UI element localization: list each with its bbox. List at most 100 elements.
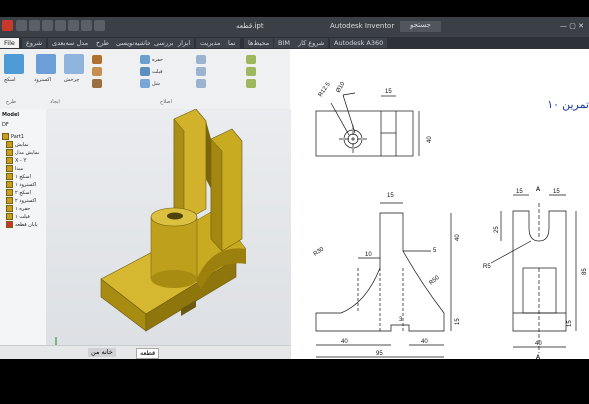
tab-part-document[interactable]: قطعه xyxy=(136,348,160,359)
dim-3: 3 xyxy=(399,317,403,323)
cylinder-hole xyxy=(167,212,183,220)
dim-40-right: 40 xyxy=(421,339,428,345)
mirror-icon[interactable] xyxy=(246,67,256,76)
tab-6[interactable]: مدیریت xyxy=(196,38,225,48)
tab-7[interactable]: نما xyxy=(224,38,240,48)
dim-r30: R30 xyxy=(313,246,326,258)
tab-0[interactable]: شروع xyxy=(22,38,47,48)
dim-15-front: 15 xyxy=(387,193,394,199)
new-icon[interactable] xyxy=(16,20,27,31)
tab-2[interactable]: طرح xyxy=(92,38,113,48)
fillet-icon[interactable] xyxy=(140,67,150,76)
group-modify: اصلاح xyxy=(160,99,172,105)
tab-10[interactable]: شروع کار xyxy=(294,38,329,48)
group-create: ایجاد xyxy=(50,99,60,105)
search-input[interactable]: جستجو xyxy=(400,21,441,32)
graphics-viewport[interactable] xyxy=(46,109,291,359)
top-view xyxy=(315,92,420,157)
hole-icon xyxy=(6,205,13,212)
point-icon[interactable] xyxy=(196,79,206,88)
vertical-slot xyxy=(206,121,211,189)
hole-icon[interactable] xyxy=(140,55,150,64)
undo-icon[interactable] xyxy=(55,20,66,31)
browser-item[interactable]: اکسترود ۱ xyxy=(6,181,36,188)
dim-15-top: 15 xyxy=(385,89,392,95)
axis-icon[interactable] xyxy=(196,67,206,76)
browser-item[interactable]: نمایش xyxy=(6,141,29,148)
cylinder-body xyxy=(150,216,198,280)
dim-40-side: 40 xyxy=(535,341,542,347)
tab-5[interactable]: ابزار xyxy=(174,38,195,48)
3d-part-model xyxy=(50,109,247,356)
shell-label: شل xyxy=(152,81,160,87)
browser-item[interactable]: مبدا xyxy=(6,165,23,172)
window-controls[interactable]: — ▢ ✕ xyxy=(560,22,584,30)
end-of-part-icon xyxy=(6,221,13,228)
dim-dia10: Ø10 xyxy=(336,81,347,94)
ribbon-tabs: File شروع مدل سه‌بعدی طرح حاشیه‌نویسی بر… xyxy=(0,37,589,49)
exercise-title: تمرین ۱۰ xyxy=(547,99,589,111)
loft-icon[interactable] xyxy=(92,55,102,64)
dim-15-base: 15 xyxy=(455,318,461,325)
save-icon[interactable] xyxy=(42,20,53,31)
dim-95: 95 xyxy=(376,351,383,357)
tab-3[interactable]: حاشیه‌نویسی xyxy=(112,38,156,48)
return-icon[interactable] xyxy=(81,20,92,31)
sketch-icon xyxy=(6,173,13,180)
browser-filter[interactable]: DF xyxy=(2,122,9,128)
tab-1[interactable]: مدل سه‌بعدی xyxy=(48,38,93,48)
app-menu-button[interactable] xyxy=(2,20,13,31)
extrude-icon xyxy=(6,181,13,188)
extrude-icon[interactable] xyxy=(36,54,56,74)
dim-40-front: 40 xyxy=(455,234,461,241)
app-title: Autodesk Inventor xyxy=(330,22,395,30)
browser-item[interactable]: Part1 xyxy=(2,133,24,140)
browser-item[interactable]: X - Y xyxy=(6,157,26,164)
extrude-icon xyxy=(6,197,13,204)
dim-25: 25 xyxy=(494,226,500,233)
tab-9[interactable]: BIM xyxy=(274,38,294,48)
browser-item[interactable]: فیلت ۱ xyxy=(6,213,30,220)
browser-item[interactable]: اسکچ ۱ xyxy=(6,173,31,180)
dim-r50: R50 xyxy=(428,274,441,286)
pattern-icon[interactable] xyxy=(246,55,256,64)
browser-item[interactable]: پایان قطعه xyxy=(6,221,38,228)
cylinder-bottom xyxy=(151,270,197,288)
dim-40-top: 40 xyxy=(427,136,433,143)
title-bar: قطعه.ipt Autodesk Inventor جستجو — ▢ ✕ xyxy=(0,17,589,37)
reference-drawing: تمرین ۱۰ R12.5 Ø10 15 40 15 R30 10 5 40 … xyxy=(291,63,589,359)
open-icon[interactable] xyxy=(29,20,40,31)
revolve-icon[interactable] xyxy=(64,54,84,74)
model-browser: Model DF Part1 نمایش نمایش مدل X - Y مبد… xyxy=(0,109,47,359)
plane-icon xyxy=(6,157,13,164)
origin-icon xyxy=(6,165,13,172)
dim-85: 85 xyxy=(582,268,588,275)
sketch-icon[interactable] xyxy=(4,54,24,74)
sweep-icon[interactable] xyxy=(92,67,102,76)
tab-file[interactable]: File xyxy=(0,38,19,48)
drawing-sheet: تمرین ۱۰ R12.5 Ø10 15 40 15 R30 10 5 40 … xyxy=(313,81,589,359)
dim-10: 10 xyxy=(365,252,372,258)
material-dropdown[interactable] xyxy=(94,20,105,31)
browser-item[interactable]: اسکچ ۲ xyxy=(6,189,31,196)
dim-15-side-base: 15 xyxy=(567,320,573,327)
document-name: قطعه.ipt xyxy=(236,22,264,30)
tab-11[interactable]: Autodesk A360 xyxy=(330,38,388,48)
fillet-icon xyxy=(6,213,13,220)
right-upright-side xyxy=(210,138,223,252)
dim-15-side-right: 15 xyxy=(553,189,560,195)
shell-icon[interactable] xyxy=(140,79,150,88)
rib-icon[interactable] xyxy=(92,79,102,88)
browser-item[interactable]: نمایش مدل xyxy=(6,149,39,156)
circular-pattern-icon[interactable] xyxy=(246,79,256,88)
section-label-top: A xyxy=(536,187,541,193)
browser-item[interactable]: حفره ۱ xyxy=(6,205,30,212)
browser-item[interactable]: اکسترود ۲ xyxy=(6,197,36,204)
dim-40-left: 40 xyxy=(341,339,348,345)
plane-icon[interactable] xyxy=(196,55,206,64)
side-view xyxy=(490,194,577,353)
tab-my-home[interactable]: خانه من xyxy=(88,348,116,357)
inventor-window: قطعه.ipt Autodesk Inventor جستجو — ▢ ✕ F… xyxy=(0,17,589,359)
redo-icon[interactable] xyxy=(68,20,79,31)
tab-8[interactable]: محیط‌ها xyxy=(244,38,274,48)
